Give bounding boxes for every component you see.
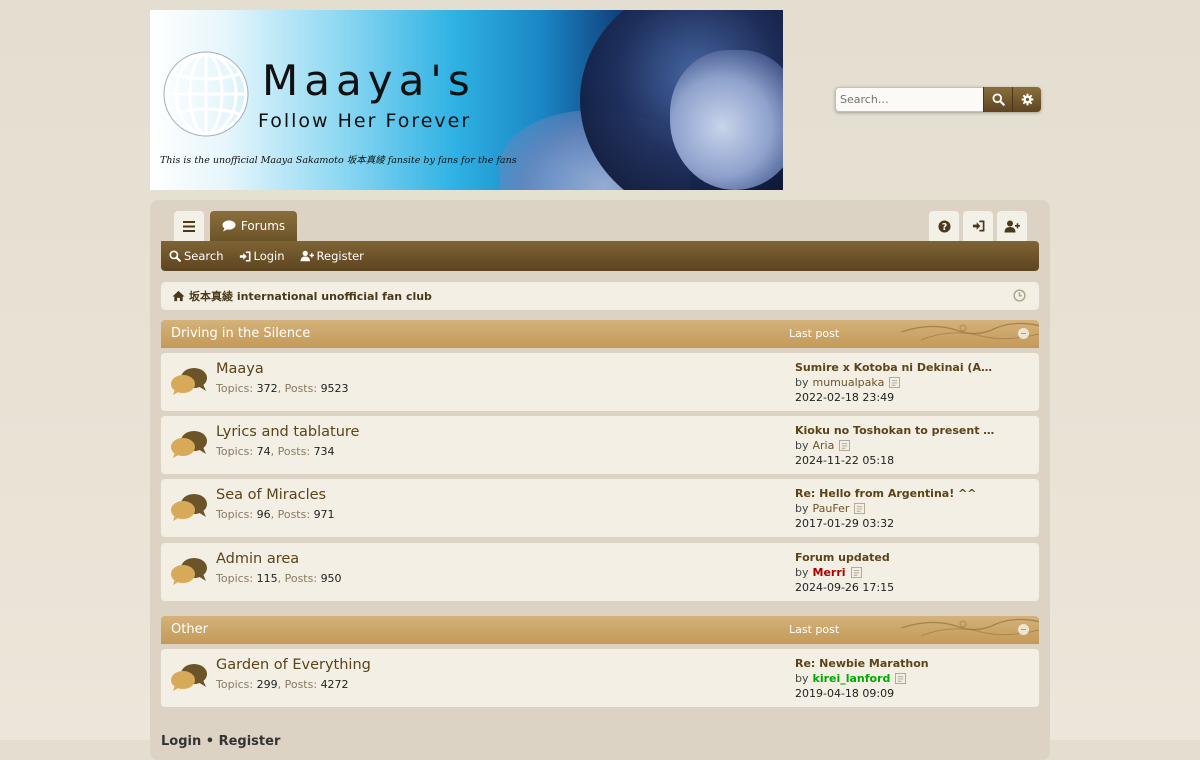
search-icon: [169, 250, 181, 262]
last-post-user-link[interactable]: mumualpaka: [813, 376, 885, 389]
hamburger-icon: [183, 220, 195, 232]
last-post-author: by Aria: [795, 439, 851, 452]
navbar-search-label: Search: [184, 249, 224, 263]
search-input[interactable]: [835, 87, 983, 112]
faq-tab[interactable]: ?: [929, 211, 959, 241]
forum-stats: Topics: 115, Posts: 950: [216, 572, 342, 585]
home-icon[interactable]: [172, 290, 185, 302]
clock-icon: [1013, 289, 1026, 302]
forum-row: Lyrics and tablature Topics: 74, Posts: …: [161, 416, 1039, 474]
last-post-column-label: Last post: [789, 327, 840, 340]
last-post-column-label: Last post: [789, 623, 840, 636]
navbar-login-label: Login: [253, 249, 285, 263]
globe-logo-icon: [163, 51, 249, 137]
forum-row: Garden of Everything Topics: 299, Posts:…: [161, 649, 1039, 707]
last-post-user-link[interactable]: kirei_lanford: [813, 672, 891, 685]
view-latest-post-icon[interactable]: [895, 673, 907, 684]
search-icon: [991, 93, 1005, 106]
svg-text:?: ?: [941, 221, 946, 232]
forum-stats: Topics: 74, Posts: 734: [216, 445, 335, 458]
last-post-user-link[interactable]: Aria: [813, 439, 835, 452]
last-post-user-link[interactable]: PauFer: [813, 502, 850, 515]
view-latest-post-icon[interactable]: [850, 567, 862, 578]
last-post-title-link[interactable]: Re: Hello from Argentina! ^^: [795, 487, 976, 500]
view-latest-post-icon[interactable]: [854, 503, 866, 514]
forum-stats: Topics: 372, Posts: 9523: [216, 382, 349, 395]
gear-icon: [1021, 93, 1033, 106]
login-register-heading: Login • Register: [161, 734, 281, 749]
banner-subtitle: Follow Her Forever: [258, 110, 472, 132]
quick-links-tab[interactable]: [174, 211, 204, 241]
last-post-author: by mumualpaka: [795, 376, 901, 389]
view-latest-post-icon[interactable]: [889, 377, 901, 388]
forum-title-link[interactable]: Admin area: [216, 551, 299, 567]
last-post-date: 2017-01-29 03:32: [795, 517, 895, 530]
advanced-search-button[interactable]: [1012, 87, 1041, 112]
collapse-category-button[interactable]: [1018, 624, 1029, 635]
last-post-title-link[interactable]: Re: Newbie Marathon: [795, 657, 929, 670]
last-post-title-link[interactable]: Sumire x Kotoba ni Dekinai (A…: [795, 361, 992, 374]
register-tab[interactable]: [997, 211, 1027, 241]
forum-read-icon: [171, 558, 207, 585]
forum-read-icon: [171, 431, 207, 458]
tab-forums-label: Forums: [240, 219, 286, 233]
comment-icon: [222, 220, 236, 232]
navbar: Search Login Register: [161, 241, 1039, 271]
last-post-author: by PauFer: [795, 502, 866, 515]
forum-row: Admin area Topics: 115, Posts: 950 Forum…: [161, 543, 1039, 601]
forum-title-link[interactable]: Maaya: [216, 361, 264, 377]
category-header: Driving in the Silence Last post: [161, 320, 1039, 348]
forum-title-link[interactable]: Lyrics and tablature: [216, 424, 359, 440]
last-post-date: 2024-09-26 17:15: [795, 581, 895, 594]
breadcrumb: 坂本真綾 international unofficial fan club: [161, 282, 1039, 310]
navbar-register-label: Register: [316, 249, 364, 263]
forum-read-icon: [171, 368, 207, 395]
last-post-date: 2024-11-22 05:18: [795, 454, 895, 467]
last-post-date: 2019-04-18 09:09: [795, 687, 895, 700]
last-post-title-link[interactable]: Forum updated: [795, 551, 890, 564]
last-post-author: by kirei_lanford: [795, 672, 907, 685]
last-post-title-link[interactable]: Kioku no Toshokan to present …: [795, 424, 994, 437]
last-post-date: 2022-02-18 23:49: [795, 391, 895, 404]
navbar-login-link[interactable]: Login: [239, 249, 285, 263]
login-tab[interactable]: [963, 211, 993, 241]
sign-in-icon: [239, 250, 251, 262]
user-plus-icon: [1004, 220, 1020, 232]
user-plus-icon: [299, 250, 314, 262]
forum-title-link[interactable]: Sea of Miracles: [216, 487, 326, 503]
breadcrumb-home-link[interactable]: 坂本真綾 international unofficial fan club: [189, 288, 432, 304]
sign-in-icon: [972, 220, 984, 232]
question-icon: ?: [937, 219, 951, 232]
forum-stats: Topics: 96, Posts: 971: [216, 508, 335, 521]
tab-forums[interactable]: Forums: [210, 211, 297, 241]
collapse-category-button[interactable]: [1018, 328, 1029, 339]
forum-read-icon: [171, 494, 207, 521]
category-title[interactable]: Other: [171, 622, 208, 637]
search-button[interactable]: [983, 87, 1012, 112]
site-banner[interactable]: Maaya's Follow Her Forever This is the u…: [150, 10, 783, 190]
category-header: Other Last post: [161, 616, 1039, 644]
category-title[interactable]: Driving in the Silence: [171, 326, 310, 341]
forum-wrap: Forums ? Search Login Register 坂本真綾 inte…: [150, 200, 1050, 760]
forum-row: Maaya Topics: 372, Posts: 9523 Sumire x …: [161, 353, 1039, 411]
header-search: [835, 87, 1041, 112]
last-post-user-link[interactable]: Merri: [813, 566, 846, 579]
navbar-search-link[interactable]: Search: [169, 249, 224, 263]
forum-read-icon: [171, 664, 207, 691]
banner-title: Maaya's: [262, 56, 476, 105]
navbar-register-link[interactable]: Register: [299, 249, 364, 263]
last-post-author: by Merri: [795, 566, 862, 579]
forum-row: Sea of Miracles Topics: 96, Posts: 971 R…: [161, 479, 1039, 537]
view-latest-post-icon[interactable]: [839, 440, 851, 451]
forum-title-link[interactable]: Garden of Everything: [216, 657, 371, 673]
forum-stats: Topics: 299, Posts: 4272: [216, 678, 349, 691]
banner-tagline: This is the unofficial Maaya Sakamoto 坂本…: [160, 155, 517, 166]
